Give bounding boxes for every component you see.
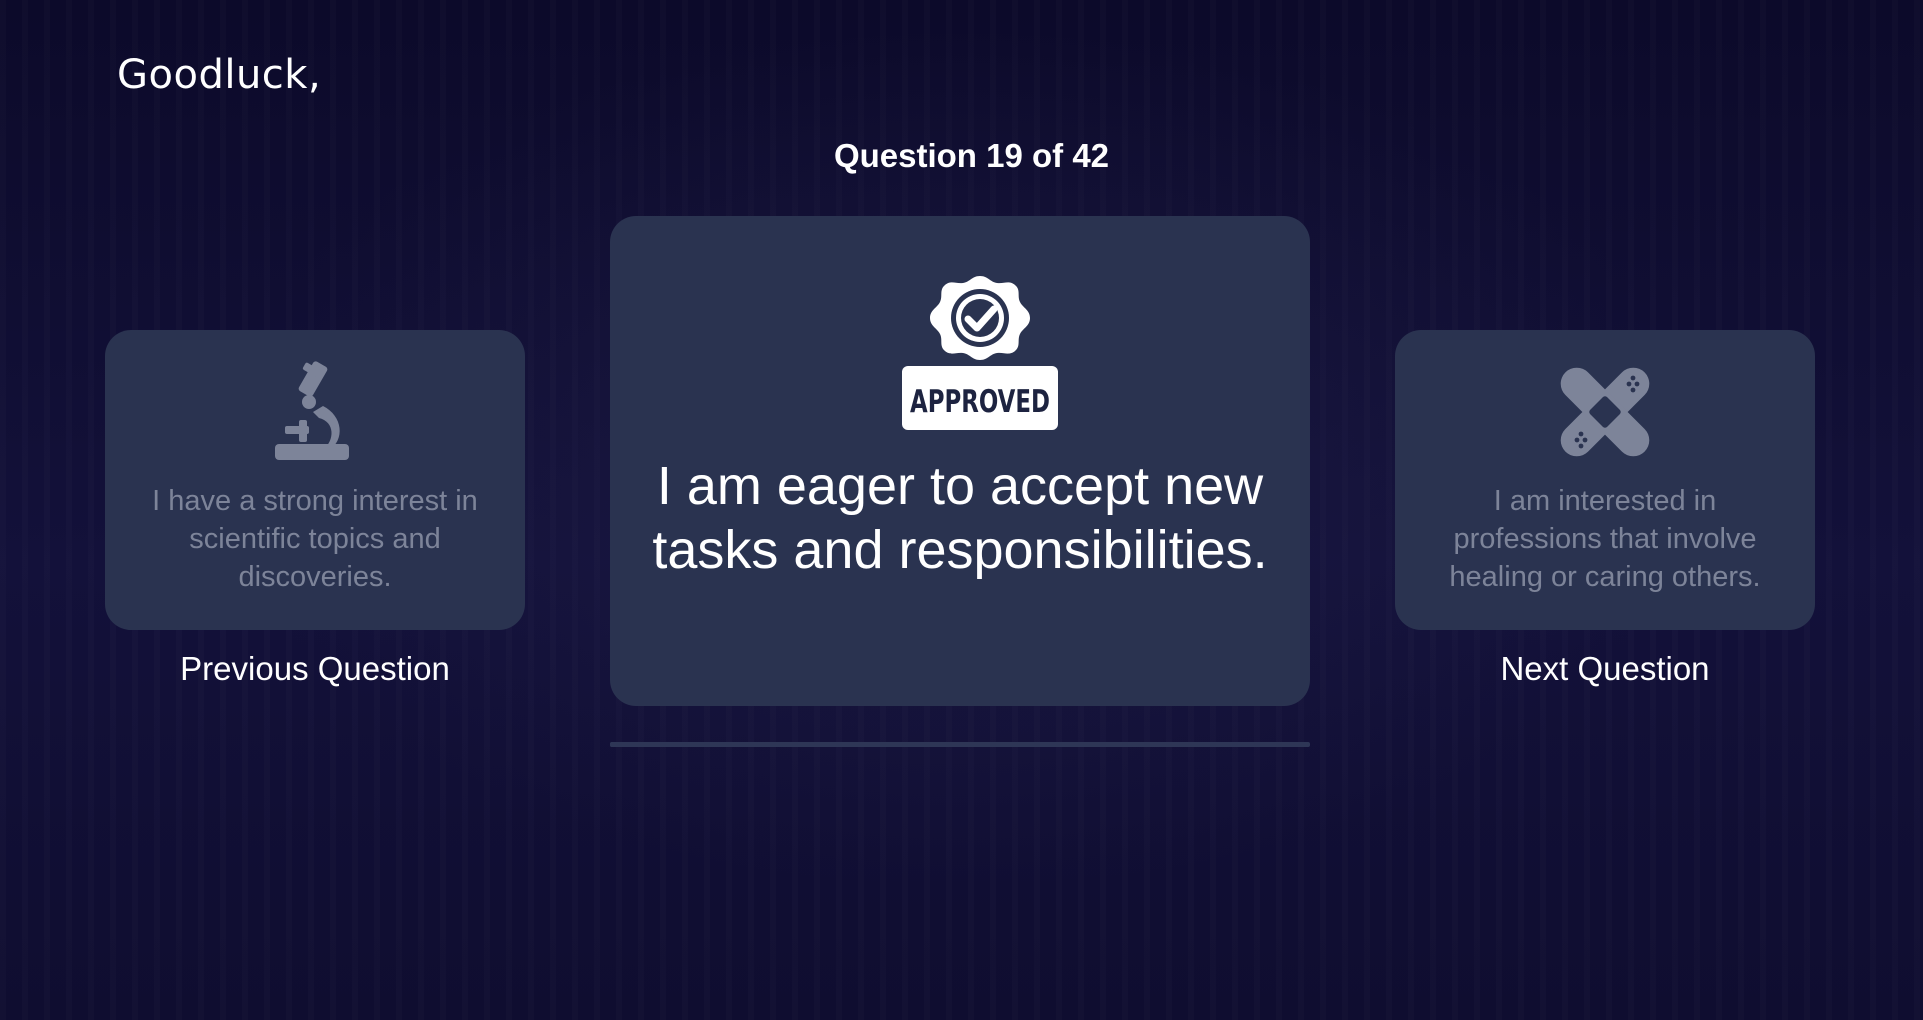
microscope-icon xyxy=(275,361,349,460)
progress-fill xyxy=(610,742,927,747)
next-question-text: I am interested in professions that invo… xyxy=(1449,485,1761,593)
previous-question-card[interactable]: I have a strong interest in scientific t… xyxy=(105,330,525,630)
previous-question-text: I have a strong interest in scientific t… xyxy=(152,485,478,593)
next-question-button[interactable]: Next Question xyxy=(1395,650,1815,688)
next-question-card[interactable]: I am interested in professions that invo… xyxy=(1395,330,1815,630)
approved-badge-text: APPROVED xyxy=(910,384,1050,420)
current-question-card[interactable]: APPROVED I am eager to accept new tasks … xyxy=(610,216,1310,706)
question-counter: Question 19 of 42 xyxy=(833,137,1110,174)
bandage-icon xyxy=(1560,367,1650,457)
approved-badge-icon: APPROVED xyxy=(902,276,1058,430)
progress-bar xyxy=(610,742,1310,747)
previous-question-button[interactable]: Previous Question xyxy=(105,650,525,688)
current-question-text: I am eager to accept new tasks and respo… xyxy=(652,456,1268,580)
greeting-text: Goodluck, xyxy=(117,52,322,98)
